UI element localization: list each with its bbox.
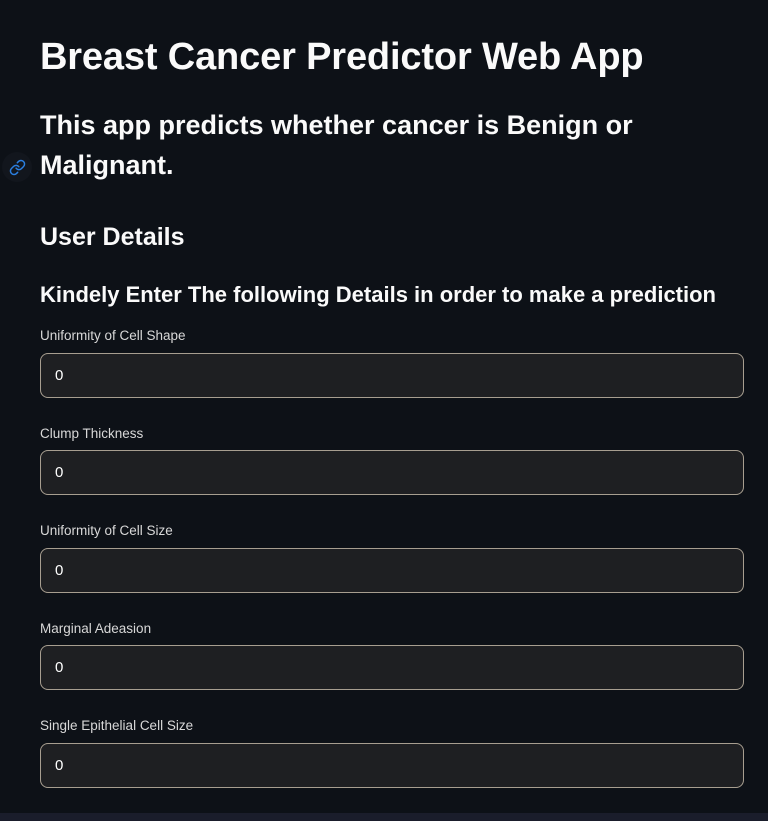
number-input-clump-thickness[interactable]: 0: [40, 450, 744, 496]
field-label: Uniformity of Cell Shape: [40, 328, 186, 344]
section-title-user-details: User Details: [40, 222, 185, 251]
bottom-edge-bar: [0, 813, 768, 821]
field-label: Single Epithelial Cell Size: [40, 718, 194, 734]
page-title: Breast Cancer Predictor Web App: [40, 36, 644, 78]
number-value[interactable]: 0: [40, 547, 744, 593]
field-label: Marginal Adeasion: [40, 620, 152, 636]
number-input-marginal-adeasion[interactable]: 0: [40, 645, 744, 691]
field-label: Uniformity of Cell Size: [40, 523, 173, 539]
field-uniformity-of-cell-shape: Uniformity of Cell Shape 0: [40, 323, 744, 398]
number-input-single-epithelial-cell-size[interactable]: 0: [40, 743, 744, 788]
main-content: Breast Cancer Predictor Web App This app…: [0, 0, 768, 811]
number-value[interactable]: 0: [40, 743, 744, 788]
number-value[interactable]: 0: [40, 352, 744, 398]
field-uniformity-of-cell-size: Uniformity of Cell Size 0: [40, 518, 744, 593]
section-instructions: Kindely Enter The following Details in o…: [40, 282, 716, 308]
field-label: Clump Thickness: [40, 425, 144, 441]
field-clump-thickness: Clump Thickness 0: [40, 421, 744, 496]
field-marginal-adeasion: Marginal Adeasion 0: [40, 616, 744, 691]
number-value[interactable]: 0: [40, 450, 744, 496]
app-subtitle: This app predicts whether cancer is Beni…: [40, 110, 633, 180]
number-input-uniformity-of-cell-size[interactable]: 0: [40, 547, 744, 593]
field-single-epithelial-cell-size: Single Epithelial Cell Size 0: [40, 713, 744, 788]
user-details-form: Uniformity of Cell Shape 0 Clump Thickne…: [40, 323, 744, 788]
number-value[interactable]: 0: [40, 645, 744, 691]
number-input-uniformity-of-cell-shape[interactable]: 0: [40, 352, 744, 398]
app-viewport: Breast Cancer Predictor Web App This app…: [0, 0, 768, 821]
